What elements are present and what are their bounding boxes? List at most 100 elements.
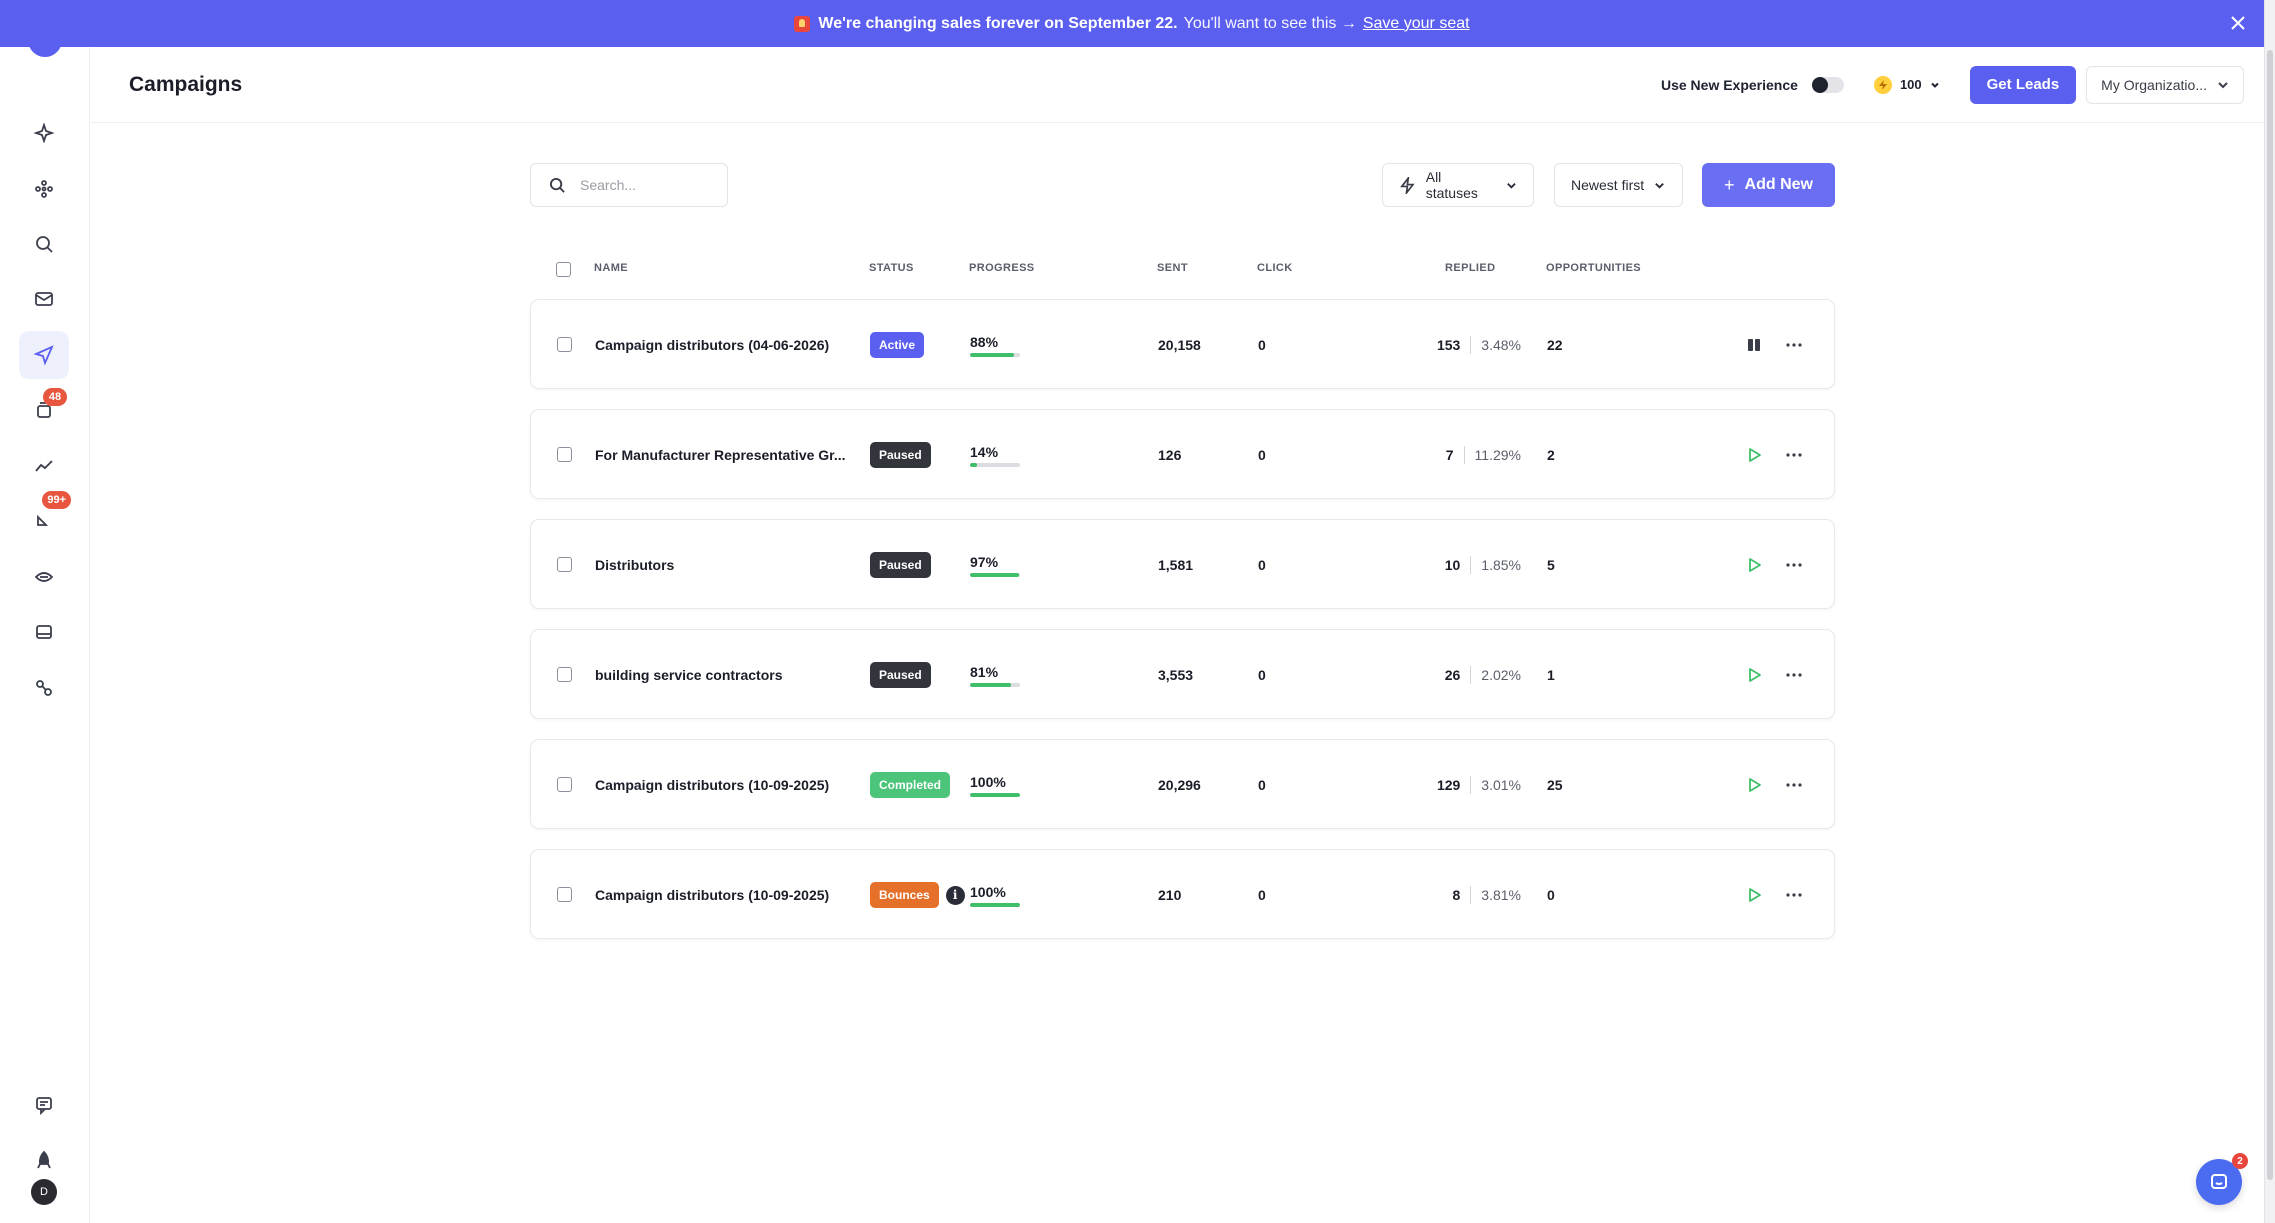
- inbox-icon[interactable]: [19, 608, 69, 656]
- new-experience-toggle[interactable]: [1811, 76, 1844, 93]
- replied-cell: 8 3.81%: [1361, 850, 1521, 940]
- status-badge: Paused: [870, 442, 931, 468]
- play-icon[interactable]: [1741, 882, 1767, 908]
- send-icon[interactable]: [19, 331, 69, 379]
- row-checkbox[interactable]: [557, 337, 572, 352]
- avatar[interactable]: D: [31, 1179, 57, 1205]
- chevron-down-icon: [2218, 81, 2228, 88]
- table-header: NAME STATUS PROGRESS SENT CLICK REPLIED …: [530, 258, 1835, 282]
- select-all-checkbox[interactable]: [556, 262, 571, 277]
- feedback-icon[interactable]: [19, 1081, 69, 1129]
- column-header-click[interactable]: CLICK: [1257, 262, 1293, 274]
- more-options-icon[interactable]: [1781, 772, 1807, 798]
- opportunities-count: 1: [1547, 667, 1555, 683]
- progress-bar-fill: [970, 682, 1011, 687]
- progress-cell: 81%: [970, 630, 1060, 720]
- column-header-status[interactable]: STATUS: [869, 262, 914, 274]
- organization-select[interactable]: My Organizatio...: [2086, 65, 2244, 104]
- row-checkbox[interactable]: [557, 777, 572, 792]
- replied-count: 8: [1452, 887, 1461, 903]
- banner-headline: We're changing sales forever on Septembe…: [818, 14, 1178, 32]
- replied-count: 129: [1436, 777, 1461, 793]
- replied-count: 7: [1445, 447, 1454, 463]
- more-options-icon[interactable]: [1781, 882, 1807, 908]
- more-options-icon[interactable]: [1781, 332, 1807, 358]
- table-row[interactable]: building service contractors Paused 81% 3,5…: [530, 629, 1835, 719]
- progress-cell: 88%: [970, 300, 1060, 390]
- divider: [1470, 336, 1472, 354]
- column-header-name[interactable]: NAME: [594, 262, 628, 274]
- integrations-icon[interactable]: [19, 664, 69, 712]
- sent-count: 20,158: [1158, 337, 1201, 353]
- search-icon: [549, 177, 565, 193]
- opportunities-count: 22: [1547, 337, 1563, 353]
- campaign-name[interactable]: Campaign distributors (10-09-2025): [595, 850, 855, 940]
- row-actions: [1741, 630, 1821, 720]
- sidebar: 48 99+ D: [0, 35, 90, 1223]
- search-box[interactable]: [530, 163, 728, 207]
- reply-rate: 2.02%: [1481, 667, 1521, 683]
- scrollbar-thumb[interactable]: [2267, 50, 2273, 1180]
- campaign-name[interactable]: For Manufacturer Representative Gr...: [595, 410, 855, 500]
- support-chat-button[interactable]: 2: [2196, 1153, 2248, 1205]
- new-experience-label: Use New Experience: [1660, 76, 1798, 93]
- more-options-icon[interactable]: [1781, 442, 1807, 468]
- scrollbar[interactable]: [2264, 0, 2275, 1223]
- rocket-icon[interactable]: [19, 1136, 69, 1184]
- chevron-down-icon: [1507, 182, 1516, 189]
- sent-count: 1,581: [1158, 557, 1194, 573]
- search-icon[interactable]: [19, 220, 69, 268]
- mail-icon[interactable]: [19, 275, 69, 323]
- pause-icon[interactable]: [1741, 332, 1767, 358]
- hub-icon[interactable]: [19, 165, 69, 213]
- more-options-icon[interactable]: [1781, 662, 1807, 688]
- progress-bar: [970, 462, 1020, 467]
- search-input[interactable]: [580, 177, 700, 193]
- analytics-icon[interactable]: [19, 442, 69, 490]
- row-checkbox[interactable]: [557, 447, 572, 462]
- row-checkbox[interactable]: [557, 667, 572, 682]
- play-icon[interactable]: [1741, 772, 1767, 798]
- crm-icon[interactable]: [19, 553, 69, 601]
- chat-tag-icon[interactable]: 99+: [19, 491, 71, 545]
- campaign-name[interactable]: Campaign distributors (04-06-2026): [595, 300, 855, 390]
- bolt-icon: [1873, 75, 1892, 94]
- more-options-icon[interactable]: [1781, 552, 1807, 578]
- info-icon[interactable]: i: [945, 885, 965, 905]
- inbox-stack-icon[interactable]: 48: [19, 386, 69, 434]
- sparkle-icon[interactable]: [19, 109, 69, 157]
- credits-dropdown[interactable]: 100: [1873, 75, 1940, 94]
- campaign-name[interactable]: Distributors: [595, 520, 855, 610]
- column-header-sent[interactable]: SENT: [1157, 262, 1188, 274]
- column-header-replied[interactable]: REPLIED: [1445, 262, 1495, 274]
- chat-icon: [2211, 1174, 2227, 1189]
- status-cell: Bounces i: [870, 850, 965, 940]
- table-row[interactable]: Campaign distributors (10-09-2025) Comple…: [530, 739, 1835, 829]
- row-checkbox[interactable]: [557, 557, 572, 572]
- progress-bar-fill: [970, 572, 1019, 577]
- play-icon[interactable]: [1741, 662, 1767, 688]
- opportunities-count: 2: [1547, 447, 1555, 463]
- add-new-button[interactable]: + Add New: [1702, 163, 1835, 207]
- campaign-name[interactable]: building service contractors: [595, 630, 855, 720]
- opportunities-count: 0: [1547, 887, 1555, 903]
- row-checkbox[interactable]: [557, 887, 572, 902]
- get-leads-button[interactable]: Get Leads: [1969, 65, 2077, 104]
- close-icon[interactable]: [2226, 11, 2250, 35]
- sort-dropdown[interactable]: Newest first: [1554, 163, 1683, 207]
- table-row[interactable]: Distributors Paused 97% 1,581 0 10 1.85% 5: [530, 519, 1835, 609]
- play-icon[interactable]: [1741, 552, 1767, 578]
- table-row[interactable]: Campaign distributors (04-06-2026) Active…: [530, 299, 1835, 389]
- column-header-opportunities[interactable]: OPPORTUNITIES: [1546, 262, 1641, 274]
- sent-count: 210: [1158, 887, 1182, 903]
- table-row[interactable]: Campaign distributors (10-09-2025) Bounce…: [530, 849, 1835, 939]
- table-row[interactable]: For Manufacturer Representative Gr... Pau…: [530, 409, 1835, 499]
- banner-link[interactable]: Save your seat: [1363, 15, 1470, 33]
- replied-count: 153: [1436, 337, 1461, 353]
- progress-bar-fill: [970, 462, 977, 467]
- column-header-progress[interactable]: PROGRESS: [969, 262, 1035, 274]
- campaign-name[interactable]: Campaign distributors (10-09-2025): [595, 740, 855, 830]
- play-icon[interactable]: [1741, 442, 1767, 468]
- status-filter-dropdown[interactable]: All statuses: [1382, 163, 1534, 207]
- click-count: 0: [1258, 777, 1266, 793]
